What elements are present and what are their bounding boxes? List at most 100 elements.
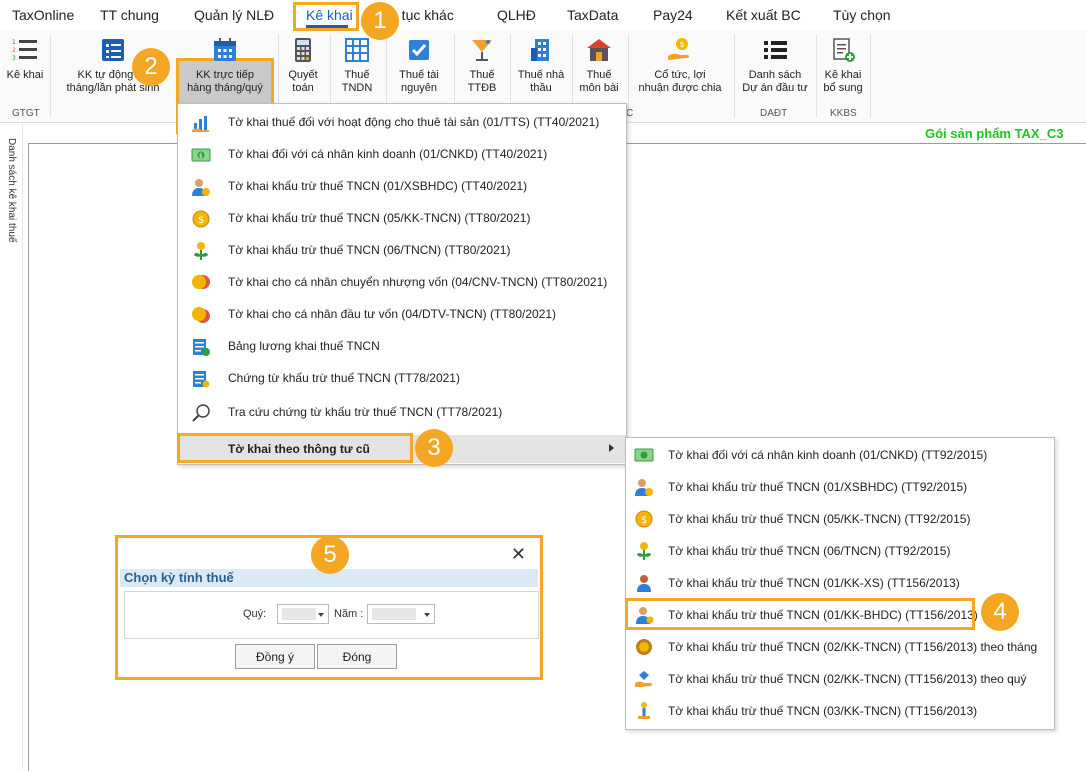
submenu-item-01-kk-xs[interactable]: Tờ khai khấu trừ thuế TNCN (01/KK-XS) (T… <box>626 567 1054 599</box>
menu-tuy-chon[interactable]: Tùy chọn <box>833 7 891 23</box>
menu-tt-chung[interactable]: TT chung <box>100 7 159 23</box>
quyet-toan-button[interactable]: Quyết toán <box>282 36 324 95</box>
submenu-item-01-cnkd[interactable]: Tờ khai đối với cá nhân kinh doanh (01/C… <box>626 439 1054 471</box>
ribbon-separator <box>50 34 51 118</box>
money-bill-icon <box>634 448 654 462</box>
menu-pay24[interactable]: Pay24 <box>653 7 693 23</box>
ok-button[interactable]: Đồng ý <box>235 644 315 669</box>
submenu-item-03-kk-tncn[interactable]: Tờ khai khấu trừ thuế TNCN (03/KK-TNCN) … <box>626 695 1054 727</box>
rental-chart-icon <box>192 116 209 132</box>
highlight-step-4 <box>625 598 975 630</box>
step-badge-5: 5 <box>311 536 349 574</box>
chevron-down-icon <box>318 613 324 617</box>
year-select[interactable] <box>367 604 435 624</box>
menu-taxdata[interactable]: TaxData <box>567 7 618 23</box>
kk-truc-tiep-button[interactable]: KK trực tiếp hàng tháng/quý <box>176 36 274 95</box>
dropdown-item-01-cnkd[interactable]: $ Tờ khai đối với cá nhân kinh doanh (01… <box>178 140 626 168</box>
dropdown-item-bang-luong[interactable]: Bảng lương khai thuế TNCN <box>178 332 626 360</box>
dropdown-item-01-tts[interactable]: Tờ khai thuế đối với hoạt động cho thuê … <box>178 108 626 136</box>
thue-nha-thau-button[interactable]: Thuế nhà thầu <box>514 36 568 95</box>
submenu-item-label: Tờ khai khấu trừ thuế TNCN (01/XSBHDC) (… <box>668 480 968 494</box>
coin-stack-icon <box>638 702 650 719</box>
cocktail-glass-icon <box>472 40 492 61</box>
ribbon-separator <box>734 34 735 118</box>
dropdown-item-chung-tu[interactable]: Chứng từ khấu trừ thuế TNCN (TT78/2021) <box>178 364 626 392</box>
dropdown-item-05-kk-tncn[interactable]: $ Tờ khai khấu trừ thuế TNCN (05/KK-TNCN… <box>178 204 626 232</box>
list-icon <box>764 41 787 59</box>
submenu-item-01-xsbhdc[interactable]: Tờ khai khấu trừ thuế TNCN (01/XSBHDC) (… <box>626 471 1054 503</box>
building-icon <box>531 39 549 61</box>
quyet-toan-label-2: toán <box>292 82 314 94</box>
thong-tu-cu-submenu: Tờ khai đối với cá nhân kinh doanh (01/C… <box>625 437 1055 730</box>
svg-text:$: $ <box>198 215 204 226</box>
step-badge-4: 4 <box>981 593 1019 631</box>
menu-qlhd[interactable]: QLHĐ <box>497 7 536 23</box>
calendar-icon <box>214 38 236 61</box>
menu-thu-tuc-khac[interactable]: ủ tục khác <box>390 7 454 23</box>
submenu-item-label: Tờ khai khấu trừ thuế TNCN (06/TNCN) (TT… <box>668 544 951 558</box>
dropdown-item-06-tncn[interactable]: Tờ khai khấu trừ thuế TNCN (06/TNCN) (TT… <box>178 236 626 264</box>
dropdown-item-01-xsbhdc[interactable]: Tờ khai khấu trừ thuế TNCN (01/XSBHDC) (… <box>178 172 626 200</box>
close-button[interactable]: Đóng <box>317 644 397 669</box>
submenu-item-02-kk-tncn-thang[interactable]: Tờ khai khấu trừ thuế TNCN (02/KK-TNCN) … <box>626 631 1054 663</box>
co-tuc-label-2: nhuận được chia <box>638 82 722 94</box>
ribbon-separator <box>870 34 871 118</box>
danh-sach-label-1: Danh sách <box>748 69 802 81</box>
payroll-doc-icon <box>193 339 210 356</box>
dropdown-item-label: Bảng lương khai thuế TNCN <box>228 339 380 353</box>
menu-quan-ly-nld[interactable]: Quản lý NLĐ <box>194 7 274 23</box>
hand-coin-icon: $ <box>668 38 689 60</box>
co-tuc-button[interactable]: $ Cổ tức, lợi nhuận được chia <box>630 36 730 95</box>
ribbon-separator <box>628 34 629 118</box>
person-coin-icon <box>635 479 653 496</box>
dollar-coin-icon: $ <box>635 510 653 528</box>
group-label-c: C <box>626 108 634 119</box>
menu-taxonline[interactable]: TaxOnline <box>12 7 74 23</box>
dropdown-item-label: Tờ khai thuế đối với hoạt động cho thuê … <box>228 115 600 129</box>
product-label: Gói sản phẩm TAX_C3 <box>925 126 1064 141</box>
svg-text:2: 2 <box>12 47 16 54</box>
thue-tndn-label-2: TNDN <box>341 82 373 94</box>
highlight-step-3 <box>177 433 413 463</box>
dropdown-item-label: Chứng từ khấu trừ thuế TNCN (TT78/2021) <box>228 371 460 385</box>
dropdown-item-label: Tờ khai khấu trừ thuế TNCN (05/KK-TNCN) … <box>228 211 531 225</box>
submenu-item-06-tncn[interactable]: Tờ khai khấu trừ thuế TNCN (06/TNCN) (TT… <box>626 535 1054 567</box>
ke-khai-button[interactable]: 1 2 3 Kê khai <box>4 36 46 82</box>
dropdown-item-label: Tờ khai khấu trừ thuế TNCN (01/XSBHDC) (… <box>228 179 528 193</box>
side-panel[interactable]: Danh sách kê khai thuế <box>0 124 23 770</box>
thue-mon-bai-button[interactable]: Thuế môn bài <box>576 36 622 95</box>
danh-sach-du-an-button[interactable]: Danh sách Dự án đầu tư <box>738 36 812 95</box>
dropdown-item-label: Tờ khai cho cá nhân chuyển nhượng vốn (0… <box>228 275 608 289</box>
svg-text:3: 3 <box>12 55 16 62</box>
group-label-gtgt: GTGT <box>12 108 40 119</box>
money-bill-icon: $ <box>191 148 211 162</box>
thue-tai-nguyen-button[interactable]: Thuế tài nguyên <box>390 36 448 95</box>
person-coin-icon <box>192 179 210 196</box>
co-tuc-label-1: Cổ tức, lợi <box>654 69 706 81</box>
ke-khai-bo-sung-label-2: bổ sung <box>823 82 863 94</box>
menu-ket-xuat-bc[interactable]: Kết xuất BC <box>726 7 801 23</box>
submenu-item-02-kk-tncn-quy[interactable]: Tờ khai khấu trừ thuế TNCN (02/KK-TNCN) … <box>626 663 1054 695</box>
quarter-select[interactable] <box>277 604 329 624</box>
thue-tndn-button[interactable]: Thuế TNDN <box>334 36 380 95</box>
thue-ttdb-label-1: Thuế <box>469 69 495 81</box>
quarter-label: Quý: <box>243 608 267 620</box>
kk-truc-tiep-label-1: KK trực tiếp <box>195 69 255 81</box>
highlight-step-1 <box>293 2 359 31</box>
checkbox-icon <box>409 40 429 60</box>
checklist-icon <box>102 39 124 61</box>
ke-khai-bo-sung-label-1: Kê khai <box>824 69 862 81</box>
coin-transfer-icon <box>192 275 210 289</box>
thue-ttdb-button[interactable]: Thuế TTĐB <box>458 36 506 95</box>
money-plant-icon <box>194 242 208 260</box>
group-label-daadt: DAĐT <box>760 108 788 119</box>
svg-text:$: $ <box>641 515 647 526</box>
group-label-kkbs: KKBS <box>830 108 857 119</box>
dropdown-item-04-dtv[interactable]: Tờ khai cho cá nhân đầu tư vốn (04/DTV-T… <box>178 300 626 328</box>
dropdown-item-04-cnv[interactable]: Tờ khai cho cá nhân chuyển nhượng vốn (0… <box>178 268 626 296</box>
ke-khai-bo-sung-button[interactable]: Kê khai bổ sung <box>820 36 866 95</box>
thue-tai-nguyen-label-1: Thuế tài <box>399 69 439 81</box>
close-icon[interactable]: ✕ <box>511 544 526 565</box>
dropdown-item-tra-cuu[interactable]: Tra cứu chứng từ khấu trừ thuế TNCN (TT7… <box>178 398 626 426</box>
submenu-item-05-kk-tncn[interactable]: $ Tờ khai khấu trừ thuế TNCN (05/KK-TNCN… <box>626 503 1054 535</box>
